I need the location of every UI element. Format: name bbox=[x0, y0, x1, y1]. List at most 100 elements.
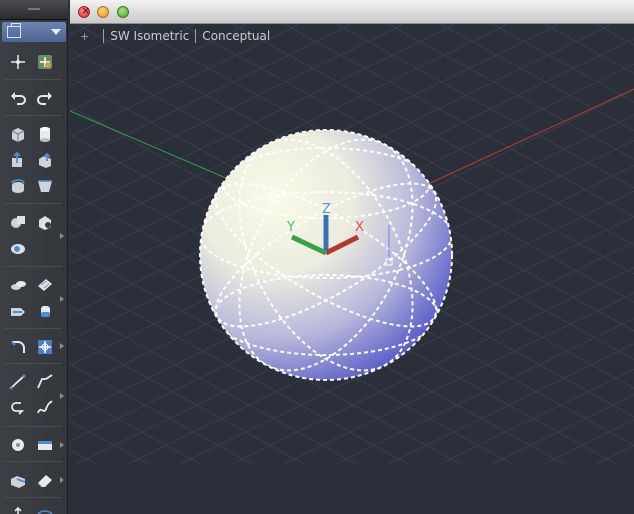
rectangle-tool-button[interactable] bbox=[34, 434, 56, 456]
line-icon bbox=[9, 374, 26, 390]
extrude-icon bbox=[12, 151, 22, 167]
redo-button[interactable] bbox=[34, 87, 56, 109]
gizmo-tool-button[interactable] bbox=[34, 336, 56, 358]
undo-button[interactable] bbox=[7, 87, 29, 109]
tool-palette bbox=[0, 0, 68, 514]
palette-view-selector[interactable] bbox=[2, 22, 66, 42]
separator bbox=[4, 497, 62, 498]
union-icon bbox=[11, 216, 25, 228]
close-window-button[interactable] bbox=[78, 4, 90, 18]
separator bbox=[4, 426, 62, 427]
separator bbox=[4, 115, 62, 116]
rectangle-icon bbox=[38, 441, 52, 450]
snap-icon bbox=[38, 55, 52, 69]
separator bbox=[103, 29, 105, 43]
grid-line bbox=[70, 25, 91, 36]
box-tool-button[interactable] bbox=[7, 123, 29, 145]
scene-canvas[interactable]: Z X Y bbox=[70, 25, 634, 514]
eraser-tool-button[interactable] bbox=[34, 469, 56, 491]
revolve-tool-button[interactable] bbox=[7, 175, 29, 197]
separator bbox=[4, 363, 62, 364]
ucs-x-label: X bbox=[355, 220, 364, 235]
move-tool-button[interactable] bbox=[7, 300, 29, 322]
separator bbox=[4, 328, 62, 329]
drawing-viewport[interactable]: Z X Y + SW Isometric Conceptual bbox=[70, 25, 634, 514]
box-icon bbox=[11, 128, 25, 142]
chevron-down-icon bbox=[51, 29, 61, 35]
circle-icon bbox=[12, 439, 24, 451]
viewport-menu-button[interactable]: + bbox=[80, 30, 89, 43]
cylinder-tool-button[interactable] bbox=[34, 123, 56, 145]
grid-line bbox=[493, 25, 634, 103]
grid-line bbox=[70, 391, 203, 466]
ucs-z-label: Z bbox=[322, 202, 331, 217]
grid-line bbox=[70, 25, 195, 87]
orbit-icon bbox=[37, 510, 53, 514]
loft-tool-button[interactable] bbox=[34, 175, 56, 197]
orbit-tool-button[interactable] bbox=[34, 502, 56, 514]
loft-icon bbox=[38, 180, 52, 192]
ucs-icon bbox=[14, 506, 22, 514]
eraser-icon bbox=[37, 475, 52, 488]
grid-line bbox=[545, 25, 634, 74]
ucs-y-label: Y bbox=[286, 220, 295, 235]
redo-icon bbox=[37, 92, 52, 105]
mesh-edit-tool-button[interactable] bbox=[34, 274, 56, 296]
spline-icon bbox=[37, 400, 53, 414]
solid-edit-tool-button[interactable] bbox=[7, 469, 29, 491]
flyout-arrow-icon[interactable] bbox=[60, 393, 64, 399]
presspull-tool-button[interactable] bbox=[34, 149, 56, 171]
smooth-tool-button[interactable] bbox=[34, 300, 56, 322]
grip-icon bbox=[28, 8, 40, 10]
intersect-tool-button[interactable] bbox=[7, 237, 29, 259]
spline-tool-button[interactable] bbox=[34, 397, 56, 419]
point-icon bbox=[11, 55, 25, 69]
view-cube-icon bbox=[7, 23, 21, 38]
minimize-window-button[interactable] bbox=[97, 6, 109, 18]
revolve-icon bbox=[11, 179, 25, 193]
undo-icon bbox=[11, 92, 26, 105]
union-tool-button[interactable] bbox=[7, 211, 29, 233]
presspull-icon bbox=[39, 152, 51, 168]
arc-tool-button[interactable] bbox=[7, 397, 29, 419]
viewport-controls: + SW Isometric Conceptual bbox=[80, 29, 270, 43]
ucs-tool-button[interactable] bbox=[7, 502, 29, 514]
circle-tool-button[interactable] bbox=[7, 434, 29, 456]
app-window: Z X Y + SW Isometric Conceptual bbox=[0, 0, 634, 514]
polyline-tool-button[interactable] bbox=[34, 371, 56, 393]
line-tool-button[interactable] bbox=[7, 371, 29, 393]
mesh-tool-button[interactable] bbox=[7, 274, 29, 296]
grid-line bbox=[441, 25, 634, 132]
gizmo-icon bbox=[38, 340, 52, 354]
flyout-arrow-icon[interactable] bbox=[60, 477, 64, 483]
separator bbox=[4, 79, 62, 80]
palette-titlebar[interactable] bbox=[0, 0, 68, 20]
flyout-arrow-icon[interactable] bbox=[60, 233, 64, 239]
cylinder-icon bbox=[40, 127, 50, 142]
subtract-tool-button[interactable] bbox=[34, 211, 56, 233]
maximize-window-button[interactable] bbox=[117, 6, 129, 18]
grid-line bbox=[437, 368, 634, 466]
fillet-icon bbox=[11, 341, 25, 353]
point-tool-button[interactable] bbox=[7, 51, 29, 73]
solid-edit-icon bbox=[11, 476, 26, 488]
view-name-button[interactable]: SW Isometric bbox=[110, 29, 189, 43]
smooth-icon bbox=[41, 306, 50, 317]
extrude-tool-button[interactable] bbox=[7, 149, 29, 171]
separator bbox=[4, 203, 62, 204]
subtract-icon bbox=[39, 216, 51, 230]
move-icon bbox=[11, 308, 25, 316]
visual-style-button[interactable]: Conceptual bbox=[202, 29, 270, 43]
flyout-arrow-icon[interactable] bbox=[60, 296, 64, 302]
grid-line bbox=[541, 419, 634, 466]
intersect-icon bbox=[11, 244, 25, 254]
flyout-arrow-icon[interactable] bbox=[60, 343, 64, 349]
flyout-arrow-icon[interactable] bbox=[60, 442, 64, 448]
window-titlebar[interactable] bbox=[70, 0, 634, 24]
separator bbox=[4, 266, 62, 267]
snap-tool-button[interactable] bbox=[34, 51, 56, 73]
fillet-tool-button[interactable] bbox=[7, 336, 29, 358]
mesh-icon bbox=[11, 281, 26, 290]
polyline-icon bbox=[37, 374, 53, 389]
arc-icon bbox=[11, 402, 25, 415]
